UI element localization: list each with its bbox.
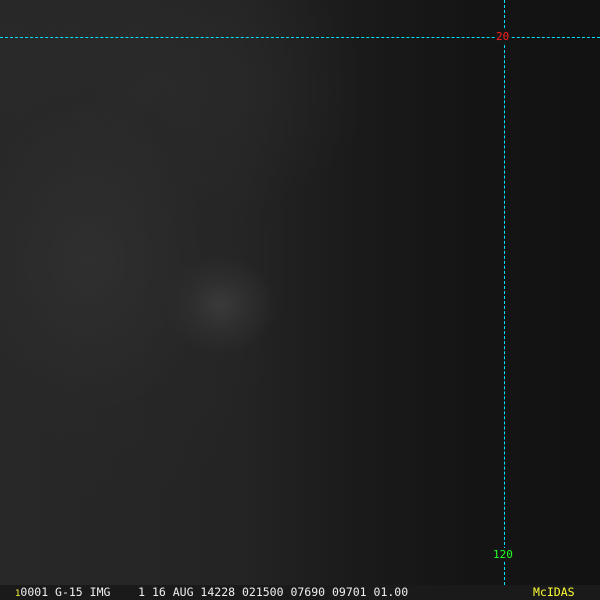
image-info: 0001 G-15 IMG 1 16 AUG 14228 021500 0769… — [20, 585, 409, 599]
longitude-gridline — [504, 0, 505, 585]
satellite-image: 20 120 10001 G-15 IMG 1 16 AUG 14228 021… — [0, 0, 600, 600]
brand-label: McIDAS — [533, 585, 575, 599]
status-bar: 10001 G-15 IMG 1 16 AUG 14228 021500 076… — [0, 585, 600, 600]
longitude-label: 120 — [492, 548, 514, 561]
latitude-label: 20 — [495, 30, 511, 43]
